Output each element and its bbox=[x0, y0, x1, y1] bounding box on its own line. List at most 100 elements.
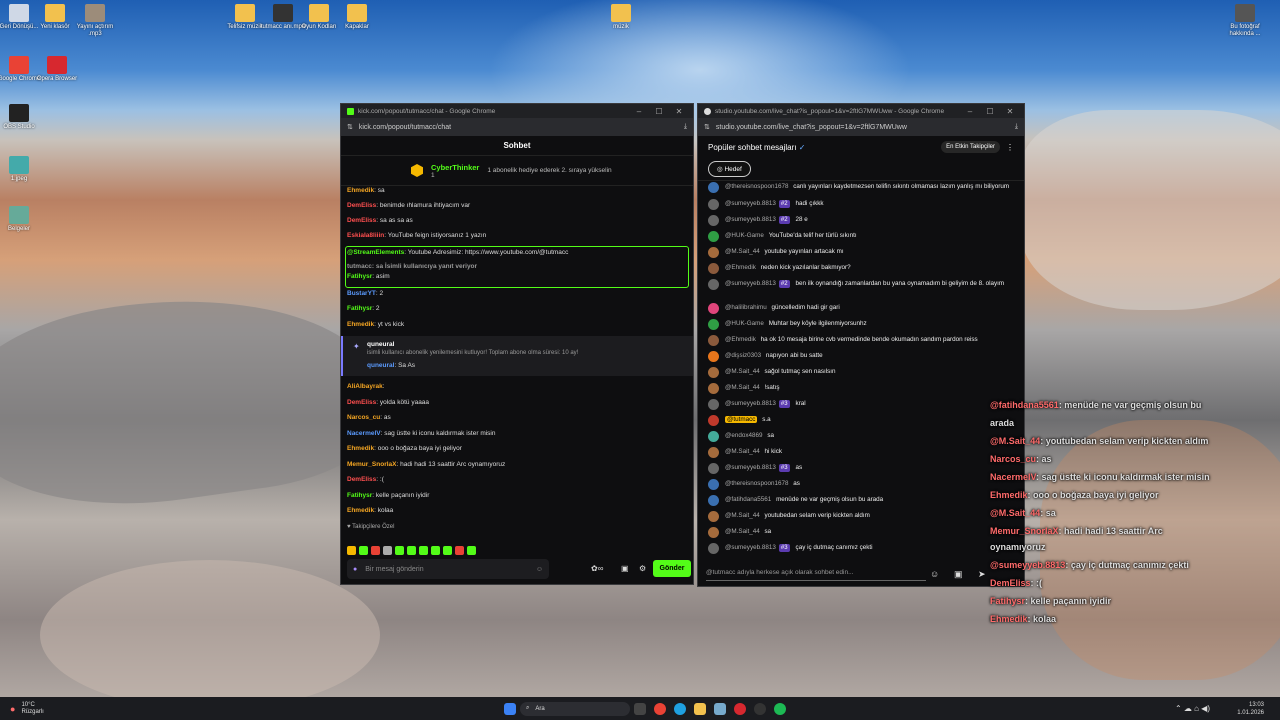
chat-username[interactable]: Fatihysr bbox=[347, 305, 372, 312]
tray-icons[interactable]: ⌃ ☁ ⌂ ◀) bbox=[1175, 704, 1210, 713]
yt-username[interactable]: @fatihdana5561 bbox=[725, 496, 771, 503]
avatar[interactable] bbox=[708, 367, 719, 378]
avatar[interactable] bbox=[708, 335, 719, 346]
chat-message[interactable]: Fatihysr: 2 bbox=[347, 304, 687, 313]
desktop-icon[interactable]: Opera Browser bbox=[32, 56, 82, 83]
chat-message[interactable]: Fatihysr: kelle paçanın iyidir bbox=[347, 491, 687, 500]
yt-chat-message[interactable]: @endox4869 sa bbox=[708, 431, 1012, 442]
emote-icon[interactable] bbox=[431, 546, 440, 555]
download-icon[interactable]: ⤓ bbox=[684, 123, 687, 131]
yt-username[interactable]: @M.Sait_44 bbox=[725, 368, 760, 375]
emote-icon[interactable] bbox=[395, 546, 404, 555]
yt-maximize-button[interactable]: ☐ bbox=[982, 107, 998, 116]
goal-chip[interactable]: ◎ Hedef bbox=[708, 161, 751, 177]
chat-message[interactable]: Memur_SnorlaX: hadi hadi 13 saattir Arc … bbox=[347, 460, 687, 469]
sub-reply-user[interactable]: quneural bbox=[367, 362, 394, 369]
yt-chat-message[interactable]: @M.Sait_44 youtube yayınları artacak mı bbox=[708, 247, 1012, 258]
chat-username[interactable]: DemEliss bbox=[347, 217, 376, 224]
yt-username[interactable]: @sumeyyeb.8813 bbox=[725, 280, 776, 287]
yt-chat-message[interactable]: @dişsiz0303 napıyon abi bu satte bbox=[708, 351, 1012, 362]
yt-username[interactable]: @halilibrahimu bbox=[725, 304, 767, 311]
chat-message[interactable]: Ehmedik: sa bbox=[347, 186, 687, 195]
yt-titlebar[interactable]: studio.youtube.com/live_chat?is_popout=1… bbox=[698, 104, 1024, 118]
yt-chat-message[interactable]: @sumeyyeb.8813 #3 as bbox=[708, 463, 1012, 474]
chat-message[interactable]: @StreamElements: Youtube Adresimiz: http… bbox=[347, 248, 687, 257]
mic-icon[interactable]: ● bbox=[353, 566, 357, 573]
yt-username[interactable]: @M.Sait_44 bbox=[725, 448, 760, 455]
yt-username[interactable]: @HUK-Game bbox=[725, 320, 764, 327]
yt-input-placeholder[interactable]: @tutmacc adıyla herkese açık olarak sohb… bbox=[706, 569, 854, 576]
yt-chat-message[interactable]: @HUK-Game Muhtar bey köyle ilgilenmiyors… bbox=[708, 319, 1012, 330]
chat-message[interactable]: Narcos_cu: as bbox=[347, 413, 687, 422]
avatar[interactable] bbox=[708, 199, 719, 210]
chat-username[interactable]: EskiaIa8liiin bbox=[347, 232, 384, 239]
chrome-taskbar-icon[interactable] bbox=[654, 702, 666, 715]
chat-message[interactable]: EskiaIa8liiin: YouTube feign istiyorsanı… bbox=[347, 231, 687, 240]
yt-chat-message[interactable]: @thereisnospoon1678 as bbox=[708, 479, 1012, 490]
desktop-icon[interactable]: müzik bbox=[596, 4, 646, 31]
desktop-icon[interactable]: Yayını açtırım .mp3 bbox=[70, 4, 120, 38]
chat-username[interactable]: Ehmedik bbox=[347, 187, 374, 194]
chat-message[interactable]: Ehmedik: kolaa bbox=[347, 506, 687, 515]
kick-url[interactable]: kick.com/popout/tutmacc/chat bbox=[359, 124, 678, 131]
emoji-icon[interactable]: ☺ bbox=[536, 566, 543, 573]
avatar[interactable] bbox=[708, 303, 719, 314]
chat-message[interactable]: NacermelV: sag üstte ki iconu kaldırmak … bbox=[347, 429, 687, 438]
avatar[interactable] bbox=[708, 399, 719, 410]
avatar[interactable] bbox=[708, 527, 719, 538]
emote-icon[interactable] bbox=[467, 546, 476, 555]
kick-chat-window[interactable]: kick.com/popout/tutmacc/chat - Google Ch… bbox=[340, 103, 694, 585]
avatar[interactable] bbox=[708, 215, 719, 226]
yt-username[interactable]: @Ehmedik bbox=[725, 264, 756, 271]
chat-message[interactable]: tutmacc: sa İsimli kullanıcıya yanıt ver… bbox=[347, 262, 687, 271]
gift-icon[interactable]: ▣ bbox=[621, 564, 629, 573]
yt-chat-message[interactable]: @tutmacc s.a bbox=[708, 415, 1012, 426]
emote-icon[interactable] bbox=[347, 546, 356, 555]
avatar[interactable] bbox=[708, 182, 719, 193]
site-info-icon[interactable]: ⇅ bbox=[347, 123, 353, 131]
chat-message[interactable]: DemEliss: benimde ıhlamura ihtiyacım var bbox=[347, 201, 687, 210]
chat-username[interactable]: BustarYT bbox=[347, 290, 376, 297]
yt-chat-message[interactable]: @fatihdana5561 menüde ne var geçmiş olsu… bbox=[708, 495, 1012, 506]
weather-temp[interactable]: 10°C bbox=[21, 702, 43, 709]
emote-icon[interactable] bbox=[455, 546, 464, 555]
yt-username[interactable]: @sumeyyeb.8813 bbox=[725, 216, 776, 223]
photos-taskbar-icon[interactable] bbox=[714, 702, 726, 715]
chat-message[interactable]: AliAlbayrak: bbox=[347, 382, 687, 391]
chat-username[interactable]: Memur_SnorlaX bbox=[347, 461, 397, 468]
yt-chat-message[interactable]: @Ehmedik neden kick yazılanlar bakmıyor? bbox=[708, 263, 1012, 274]
yt-url[interactable]: studio.youtube.com/live_chat?is_popout=1… bbox=[716, 124, 1009, 131]
more-menu-icon[interactable]: ⋮ bbox=[1006, 143, 1014, 152]
yt-username[interactable]: @Ehmedik bbox=[725, 336, 756, 343]
desktop-icon[interactable]: 1.jpeg bbox=[0, 156, 44, 183]
spotify-taskbar-icon[interactable] bbox=[774, 702, 786, 715]
chat-message[interactable]: BustarYT: 2 bbox=[347, 289, 687, 298]
yt-chat-message[interactable]: @M.Sait_44 youtubedan selam verip kickte… bbox=[708, 511, 1012, 522]
chat-username[interactable]: Ehmedik bbox=[347, 445, 374, 452]
desktop-icon[interactable]: Kapaklar bbox=[332, 4, 382, 31]
yt-username[interactable]: @sumeyyeb.8813 bbox=[725, 544, 776, 551]
desktop-icon[interactable]: Belgeler bbox=[0, 206, 44, 233]
yt-username[interactable]: @thereisnospoon1678 bbox=[725, 480, 788, 487]
clock-time[interactable]: 13:03 bbox=[1237, 701, 1264, 709]
kick-emote-picker-icon[interactable]: ✿∞ bbox=[591, 564, 603, 573]
chat-message[interactable]: DemEliss: yolda kötü yaaaa bbox=[347, 398, 687, 407]
yt-chat-message[interactable]: @sumeyyeb.8813 #3 kral bbox=[708, 399, 1012, 410]
obs-taskbar-icon[interactable] bbox=[754, 702, 766, 715]
yt-username[interactable]: @M.Sait_44 bbox=[725, 528, 760, 535]
top-fans-button[interactable]: En Etkin Takipçiler bbox=[941, 141, 1000, 153]
yt-chat-message[interactable]: @M.Sait_44 sağol tutmaç sen nasılsın bbox=[708, 367, 1012, 378]
avatar[interactable] bbox=[708, 247, 719, 258]
chat-message[interactable]: DemEliss: :( bbox=[347, 475, 687, 484]
yt-chat-message[interactable]: @Ehmedik ha ok 10 mesaja birine cvb verm… bbox=[708, 335, 1012, 346]
yt-chat-message[interactable]: @M.Sait_44 !satış bbox=[708, 383, 1012, 394]
avatar[interactable] bbox=[708, 263, 719, 274]
yt-username[interactable]: @thereisnospoon1678 bbox=[725, 183, 788, 190]
chat-message[interactable]: DemEliss: sa as sa as bbox=[347, 216, 687, 225]
yt-close-button[interactable]: ✕ bbox=[1002, 107, 1018, 116]
chat-username[interactable]: DemEliss bbox=[347, 476, 376, 483]
yt-username[interactable]: @sumeyyeb.8813 bbox=[725, 464, 776, 471]
avatar[interactable] bbox=[708, 447, 719, 458]
weather-icon[interactable]: ● bbox=[10, 704, 15, 714]
yt-username[interactable]: @endox4869 bbox=[725, 432, 763, 439]
